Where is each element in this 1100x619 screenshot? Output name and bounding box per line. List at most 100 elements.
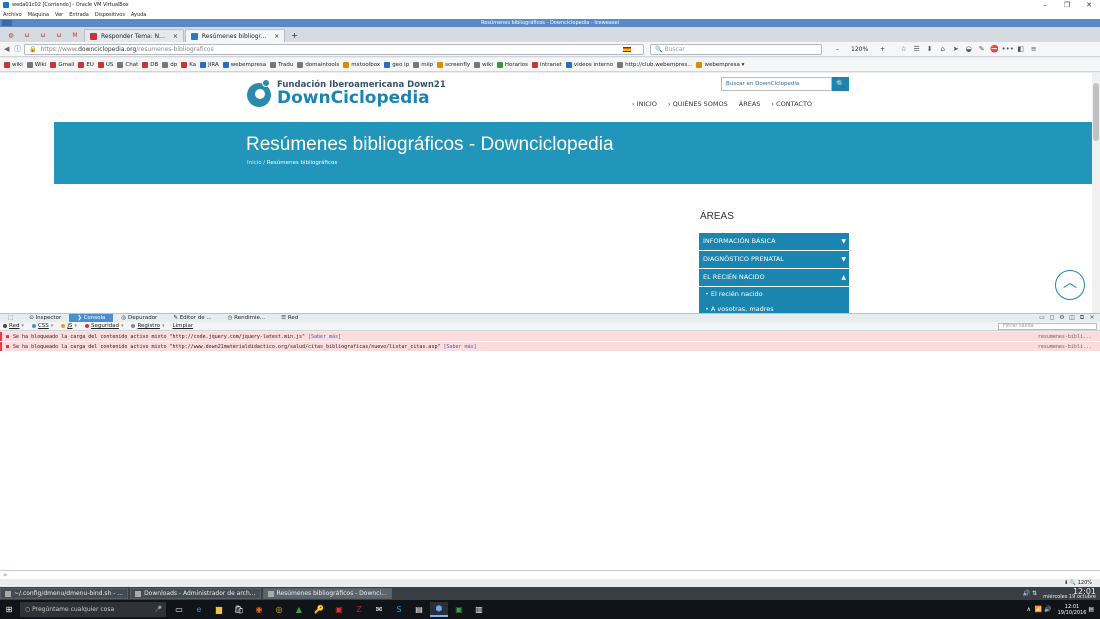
search-bar[interactable]: 🔍 Buscar xyxy=(650,43,822,55)
bookmark-item[interactable]: geo ip xyxy=(384,61,409,68)
message-source[interactable]: resumenes-bibli... xyxy=(1038,344,1092,350)
volume-icon[interactable]: 🔊 xyxy=(1023,590,1030,597)
home-icon[interactable]: ⌂ xyxy=(936,45,949,53)
bookmark-item[interactable]: Wiki xyxy=(26,61,46,68)
scrollbar-thumb[interactable] xyxy=(1093,83,1099,141)
chrome-icon[interactable]: ◎ xyxy=(270,602,288,617)
pinned-tab-wikipedia-2[interactable]: ω xyxy=(36,29,50,42)
keepass-icon[interactable]: 🔑 xyxy=(310,602,328,617)
guest-task-downloads[interactable]: Downloads - Administrador de arch... xyxy=(130,588,261,599)
bookmark-item[interactable]: wiki xyxy=(4,61,23,68)
bookmark-item[interactable]: wiki xyxy=(474,61,493,68)
ftp-icon[interactable]: ▣ xyxy=(330,602,348,617)
filter-css[interactable]: CSS ▾ xyxy=(31,323,53,329)
app-icon[interactable]: ✉ xyxy=(370,602,388,617)
menu-contacto[interactable]: › CONTACTO xyxy=(771,100,812,108)
windows-clock[interactable]: 12:01 19/10/2016 xyxy=(1058,604,1087,616)
window-menu-icon[interactable] xyxy=(2,20,12,26)
undock-icon[interactable]: ⧉ xyxy=(1077,314,1087,322)
learn-more-link[interactable]: [Saber más] xyxy=(308,334,341,340)
filter-logging[interactable]: Registro ▾ xyxy=(131,323,165,329)
menu-inicio[interactable]: › INICIO xyxy=(632,100,657,108)
cortana-search[interactable]: ○ Pregúntame cualquier cosa 🎤 xyxy=(20,602,166,617)
explorer-icon[interactable]: ▆ xyxy=(210,602,228,617)
page-scrollbar[interactable] xyxy=(1092,73,1100,313)
sub-item-madres[interactable]: • A vosotras, madres xyxy=(699,302,849,313)
zoom-out-button[interactable]: – xyxy=(836,46,839,53)
bookmark-item[interactable]: Gmail xyxy=(50,61,74,68)
send-icon[interactable]: ➤ xyxy=(949,45,962,53)
zoom-level[interactable]: 120% xyxy=(851,46,868,53)
bookmark-item[interactable]: miip xyxy=(413,61,433,68)
close-devtools-icon[interactable]: ✕ xyxy=(1087,314,1097,322)
lastpass-icon[interactable]: ••• xyxy=(1001,45,1014,53)
bookmark-item[interactable]: videos interno xyxy=(565,61,613,68)
pinned-tab-gmail[interactable]: M xyxy=(68,29,82,42)
bookmark-item[interactable]: intranet xyxy=(532,61,562,68)
firefox-icon[interactable]: ◉ xyxy=(250,602,268,617)
breadcrumb-home[interactable]: Inicio xyxy=(247,160,262,166)
bookmark-item[interactable]: JIRA xyxy=(200,61,219,68)
bookmark-item[interactable]: webempresa xyxy=(222,61,266,68)
close-tab-icon[interactable]: × xyxy=(173,33,178,40)
filter-net[interactable]: Red ▾ xyxy=(3,323,24,329)
tab-resumenes[interactable]: Resúmenes bibliogr... × xyxy=(184,29,286,42)
menu-quienes-somos[interactable]: › QUIÉNES SOMOS xyxy=(668,100,728,108)
bookmark-item[interactable]: domaintools xyxy=(297,61,339,68)
bookmarks-list-icon[interactable]: ☰ xyxy=(910,45,923,53)
menu-areas[interactable]: ÁREAS xyxy=(739,100,761,108)
bookmark-item[interactable]: mxtoolbox xyxy=(343,61,380,68)
spain-flag-icon[interactable] xyxy=(623,46,631,52)
store-icon[interactable]: 🛍 xyxy=(230,602,248,617)
new-tab-button[interactable]: + xyxy=(286,29,303,42)
extension-icon[interactable]: ◧ xyxy=(1014,45,1027,53)
filter-security[interactable]: Seguridad ▾ xyxy=(84,323,123,329)
identity-icon[interactable]: ⓘ xyxy=(14,44,24,54)
bookmark-item[interactable]: screenfly xyxy=(437,61,470,68)
bookmark-folder[interactable]: webempresa ▾ xyxy=(696,61,744,68)
downloads-icon[interactable]: ⬇ xyxy=(923,45,936,53)
menu-ayuda[interactable]: Ayuda xyxy=(131,12,146,18)
status-zoom[interactable]: 120% xyxy=(1078,580,1092,586)
pinned-tab-wikipedia-3[interactable]: ω xyxy=(52,29,66,42)
virtualbox-icon[interactable]: ⬢ xyxy=(430,602,448,617)
site-logo[interactable]: Fundación Iberoamericana Down21 DownCicl… xyxy=(247,77,446,109)
app-3-icon[interactable]: ▥ xyxy=(470,602,488,617)
terminal-app-icon[interactable]: ▣ xyxy=(450,602,468,617)
responsive-icon[interactable]: ◻ xyxy=(1047,314,1057,322)
bookmark-item[interactable]: Tradu xyxy=(270,61,293,68)
restore-button[interactable]: ❐ xyxy=(1056,1,1078,9)
settings-gear-icon[interactable]: ⚙ xyxy=(1057,314,1067,322)
edge-icon[interactable]: e xyxy=(190,602,208,617)
console-input[interactable]: » xyxy=(0,570,1100,579)
tab-responder-tema[interactable]: Responder Tema: N... × xyxy=(84,29,184,42)
bookmark-item[interactable]: Chat xyxy=(117,61,138,68)
skype-icon[interactable]: S xyxy=(390,602,408,617)
back-to-top-button[interactable]: ︿ xyxy=(1055,270,1085,300)
pinned-tab-history[interactable]: ◍ xyxy=(4,29,18,42)
bookmark-item[interactable]: dp xyxy=(162,61,177,68)
filezilla-icon[interactable]: Z xyxy=(350,602,368,617)
bookmark-item[interactable]: Ka xyxy=(181,61,196,68)
filter-js[interactable]: JS ▾ xyxy=(61,323,77,329)
bookmark-item[interactable]: http://club.webempres... xyxy=(617,61,692,68)
menu-ver[interactable]: Ver xyxy=(55,12,63,18)
guest-task-terminal[interactable]: ~/.config/dmenu/dmenu-bind.sh - ... xyxy=(0,588,129,599)
lock-icon[interactable]: 🔒 xyxy=(29,46,36,53)
dock-side-icon[interactable]: ◫ xyxy=(1067,314,1077,322)
bookmark-item[interactable]: Horarios xyxy=(496,61,528,68)
bookmark-item[interactable]: DB xyxy=(142,61,158,68)
guest-clock[interactable]: 12:01 miércoles 19 octubre xyxy=(1043,587,1096,600)
addon-icon[interactable]: ✎ xyxy=(975,45,988,53)
tray-volume-icon[interactable]: 🔊 xyxy=(1042,606,1051,613)
menu-icon[interactable]: ≡ xyxy=(1027,45,1040,53)
pinned-tab-wikipedia-1[interactable]: ω xyxy=(20,29,34,42)
menu-maquina[interactable]: Máquina xyxy=(28,12,49,18)
app-2-icon[interactable]: ▤ xyxy=(410,602,428,617)
filter-output-input[interactable]: Filtrar salida xyxy=(998,323,1097,330)
menu-archivo[interactable]: Archivo xyxy=(3,12,22,18)
guest-task-browser[interactable]: Resúmenes bibliográficos - Downci... xyxy=(262,588,392,599)
windows-start-icon[interactable]: ⊞ xyxy=(0,605,18,614)
notifications-icon[interactable]: ▤ xyxy=(1086,606,1094,613)
url-bar[interactable]: 🔒 https://www. downciclopedia.org/resumen… xyxy=(24,43,644,55)
